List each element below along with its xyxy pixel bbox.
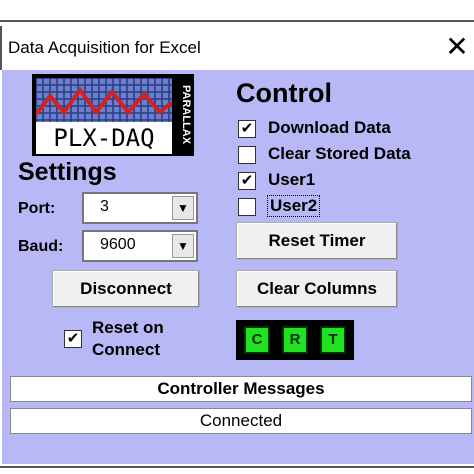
client-area: PLX-DAQ PARALLAX Settings Port: 3 ▼ Baud… bbox=[2, 70, 474, 464]
reset-timer-button[interactable]: Reset Timer bbox=[236, 222, 398, 260]
plx-daq-logo: PLX-DAQ PARALLAX bbox=[32, 74, 194, 156]
reset-on-connect-label-line2: Connect bbox=[92, 340, 160, 359]
check-icon: ✔ bbox=[66, 330, 80, 347]
status-message: Connected bbox=[10, 408, 472, 434]
clear-stored-data-checkbox[interactable] bbox=[238, 146, 256, 164]
indicator-t: T bbox=[320, 326, 346, 354]
clear-stored-data-label: Clear Stored Data bbox=[268, 144, 411, 163]
download-data-checkbox[interactable]: ✔ bbox=[238, 120, 256, 138]
crt-indicator-panel: C R T bbox=[236, 320, 354, 360]
port-select[interactable]: 3 ▼ bbox=[82, 192, 198, 224]
title-bar[interactable]: Data Acquisition for Excel ✕ bbox=[0, 26, 474, 70]
user2-checkbox[interactable] bbox=[238, 198, 256, 216]
settings-title: Settings bbox=[18, 158, 117, 186]
check-icon: ✔ bbox=[240, 172, 254, 189]
clear-columns-button[interactable]: Clear Columns bbox=[236, 270, 398, 308]
user1-checkbox[interactable]: ✔ bbox=[238, 172, 256, 190]
baud-select[interactable]: 9600 ▼ bbox=[82, 230, 198, 262]
controller-messages-header: Controller Messages bbox=[10, 376, 472, 402]
port-value: 3 bbox=[100, 198, 109, 215]
download-data-label: Download Data bbox=[268, 118, 391, 137]
logo-side-text: PARALLAX bbox=[180, 85, 192, 145]
reset-on-connect-checkbox[interactable]: ✔ bbox=[64, 330, 82, 348]
disconnect-button[interactable]: Disconnect bbox=[52, 270, 200, 308]
window-title: Data Acquisition for Excel bbox=[8, 38, 201, 57]
baud-value: 9600 bbox=[100, 236, 136, 253]
window-bottom-edge bbox=[0, 464, 474, 474]
indicator-c: C bbox=[244, 326, 270, 354]
chevron-down-icon[interactable]: ▼ bbox=[172, 196, 194, 220]
indicator-r: R bbox=[282, 326, 308, 354]
user1-label: User1 bbox=[268, 170, 316, 189]
check-icon: ✔ bbox=[240, 120, 254, 137]
reset-on-connect-label-line1: Reset on bbox=[92, 318, 164, 337]
chevron-down-icon[interactable]: ▼ bbox=[172, 234, 194, 258]
user2-label: User2 bbox=[266, 195, 321, 217]
control-title: Control bbox=[236, 78, 332, 108]
baud-label: Baud: bbox=[18, 238, 64, 255]
logo-text: PLX-DAQ bbox=[36, 122, 172, 154]
close-icon[interactable]: ✕ bbox=[442, 32, 472, 62]
window-top-edge bbox=[0, 0, 474, 24]
logo-graph-icon bbox=[36, 78, 172, 124]
port-label: Port: bbox=[18, 200, 56, 217]
